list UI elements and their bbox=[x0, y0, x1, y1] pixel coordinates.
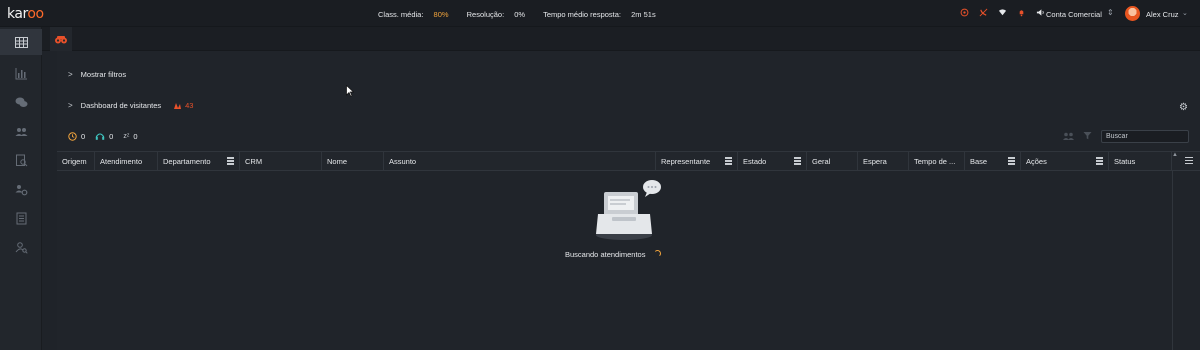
binoculars-icon bbox=[55, 35, 67, 43]
clock-icon bbox=[68, 132, 77, 141]
dashboard-label: Dashboard de visitantes bbox=[80, 101, 162, 110]
bar-chart-icon bbox=[15, 67, 27, 79]
inbox-illustration-icon bbox=[596, 180, 661, 240]
settings-users-icon bbox=[15, 184, 27, 195]
column-estado[interactable]: Estado bbox=[738, 152, 807, 171]
phone-off-icon[interactable] bbox=[979, 8, 988, 17]
vertical-scrollbar[interactable] bbox=[1172, 171, 1173, 350]
volume-icon[interactable] bbox=[1036, 8, 1045, 17]
column-base[interactable]: Base bbox=[965, 152, 1021, 171]
in-service-counter[interactable]: 0 bbox=[95, 132, 113, 141]
loading-spinner-icon bbox=[654, 250, 661, 257]
status-counters: 0 0 zᶻ 0 bbox=[68, 132, 138, 141]
loading-label: Buscando atendimentos bbox=[565, 250, 646, 259]
scroll-up-arrow-icon[interactable]: ▲ bbox=[1172, 152, 1178, 158]
sidebar-item-team-settings[interactable] bbox=[0, 176, 42, 202]
tab-bar bbox=[42, 27, 1200, 51]
top-status-icons bbox=[960, 8, 1045, 17]
column-acoes[interactable]: Ações bbox=[1021, 152, 1109, 171]
chat-icon bbox=[15, 97, 27, 107]
idle-counter[interactable]: zᶻ 0 bbox=[123, 132, 137, 141]
wifi-icon[interactable] bbox=[998, 8, 1007, 17]
sidebar-item-search-reports[interactable] bbox=[0, 147, 42, 173]
sidebar-item-attendances[interactable] bbox=[0, 29, 42, 55]
users-icon bbox=[15, 127, 27, 136]
table-icon bbox=[14, 36, 28, 48]
empty-state bbox=[562, 177, 672, 249]
sidebar-item-chat[interactable] bbox=[0, 89, 42, 115]
filter-icon[interactable] bbox=[1083, 131, 1092, 140]
column-atendimento[interactable]: Atendimento bbox=[95, 152, 158, 171]
chevron-right-icon: > bbox=[68, 70, 73, 79]
column-representante[interactable]: Representante bbox=[656, 152, 738, 171]
top-bar: karoo Class. média: 80% Resolução: 0% Te… bbox=[0, 0, 1200, 27]
logo-accent: oo bbox=[27, 6, 44, 22]
column-menu-icon[interactable] bbox=[794, 157, 801, 165]
column-espera[interactable]: Espera bbox=[858, 152, 909, 171]
mouse-cursor-icon bbox=[346, 85, 354, 97]
column-menu-icon[interactable] bbox=[227, 157, 234, 165]
tab-home[interactable] bbox=[50, 27, 72, 51]
sidebar-item-contacts[interactable] bbox=[0, 118, 42, 144]
karoo-logo[interactable]: karoo bbox=[7, 6, 44, 22]
sleep-icon: zᶻ bbox=[123, 133, 130, 140]
bell-icon[interactable] bbox=[1017, 8, 1026, 17]
sidebar-item-reports[interactable] bbox=[0, 60, 42, 86]
metric-rating: Class. média: 80% bbox=[378, 10, 449, 19]
avatar[interactable] bbox=[1125, 6, 1140, 21]
visitors-count: 43 bbox=[185, 101, 194, 110]
column-origem[interactable]: Origem bbox=[57, 152, 95, 171]
user-name[interactable]: Alex Cruz bbox=[1146, 10, 1179, 19]
column-assunto[interactable]: Assunto bbox=[384, 152, 656, 171]
visitors-badge: 43 bbox=[173, 101, 193, 110]
column-nome[interactable]: Nome bbox=[322, 152, 384, 171]
sidebar bbox=[0, 27, 42, 350]
list-doc-icon bbox=[16, 212, 26, 224]
report-search-icon bbox=[15, 154, 27, 166]
account-selector[interactable]: Conta Comercial bbox=[1046, 10, 1102, 19]
visitors-icon bbox=[174, 102, 182, 109]
column-crm[interactable]: CRM bbox=[240, 152, 322, 171]
column-status[interactable]: Status bbox=[1109, 152, 1172, 171]
search-input[interactable] bbox=[1101, 130, 1189, 143]
chevron-right-icon: > bbox=[68, 101, 73, 110]
column-tempo[interactable]: Tempo de ... bbox=[909, 152, 965, 171]
metrics-bar: Class. média: 80% Resolução: 0% Tempo mé… bbox=[378, 10, 672, 19]
metric-resolution: Resolução: 0% bbox=[466, 10, 526, 19]
column-geral[interactable]: Geral bbox=[807, 152, 858, 171]
group-users-icon[interactable] bbox=[1063, 132, 1074, 140]
column-menu-icon[interactable] bbox=[1096, 157, 1103, 165]
settings-gear-icon[interactable]: ⚙ bbox=[1179, 102, 1188, 113]
sidebar-item-logs[interactable] bbox=[0, 205, 42, 231]
column-menu-icon[interactable] bbox=[725, 157, 732, 165]
sidebar-item-visitors[interactable] bbox=[0, 234, 42, 260]
metric-response-time: Tempo médio resposta: 2m 51s bbox=[543, 10, 656, 19]
column-departamento[interactable]: Departamento bbox=[158, 152, 240, 171]
waiting-counter[interactable]: 0 bbox=[68, 132, 85, 141]
column-menu-icon[interactable] bbox=[1008, 157, 1015, 165]
whatsapp-icon[interactable] bbox=[960, 8, 969, 17]
chevron-down-icon[interactable]: ⌄ bbox=[1182, 9, 1188, 17]
headset-icon bbox=[95, 133, 105, 140]
dashboard-toggle[interactable]: > Dashboard de visitantes 43 bbox=[68, 101, 193, 110]
user-search-icon bbox=[15, 241, 28, 254]
table-tools bbox=[1063, 131, 1092, 140]
logo-text: kar bbox=[7, 6, 28, 22]
columns-menu-icon[interactable] bbox=[1185, 157, 1193, 166]
show-filters-label: Mostrar filtros bbox=[80, 70, 127, 79]
show-filters-toggle[interactable]: > Mostrar filtros bbox=[68, 70, 126, 79]
switch-account-icon[interactable]: ⇕ bbox=[1107, 8, 1114, 17]
table-header: Origem Atendimento Departamento CRM Nome… bbox=[57, 151, 1200, 171]
main-content: > Mostrar filtros > Dashboard de visitan… bbox=[57, 51, 1200, 350]
